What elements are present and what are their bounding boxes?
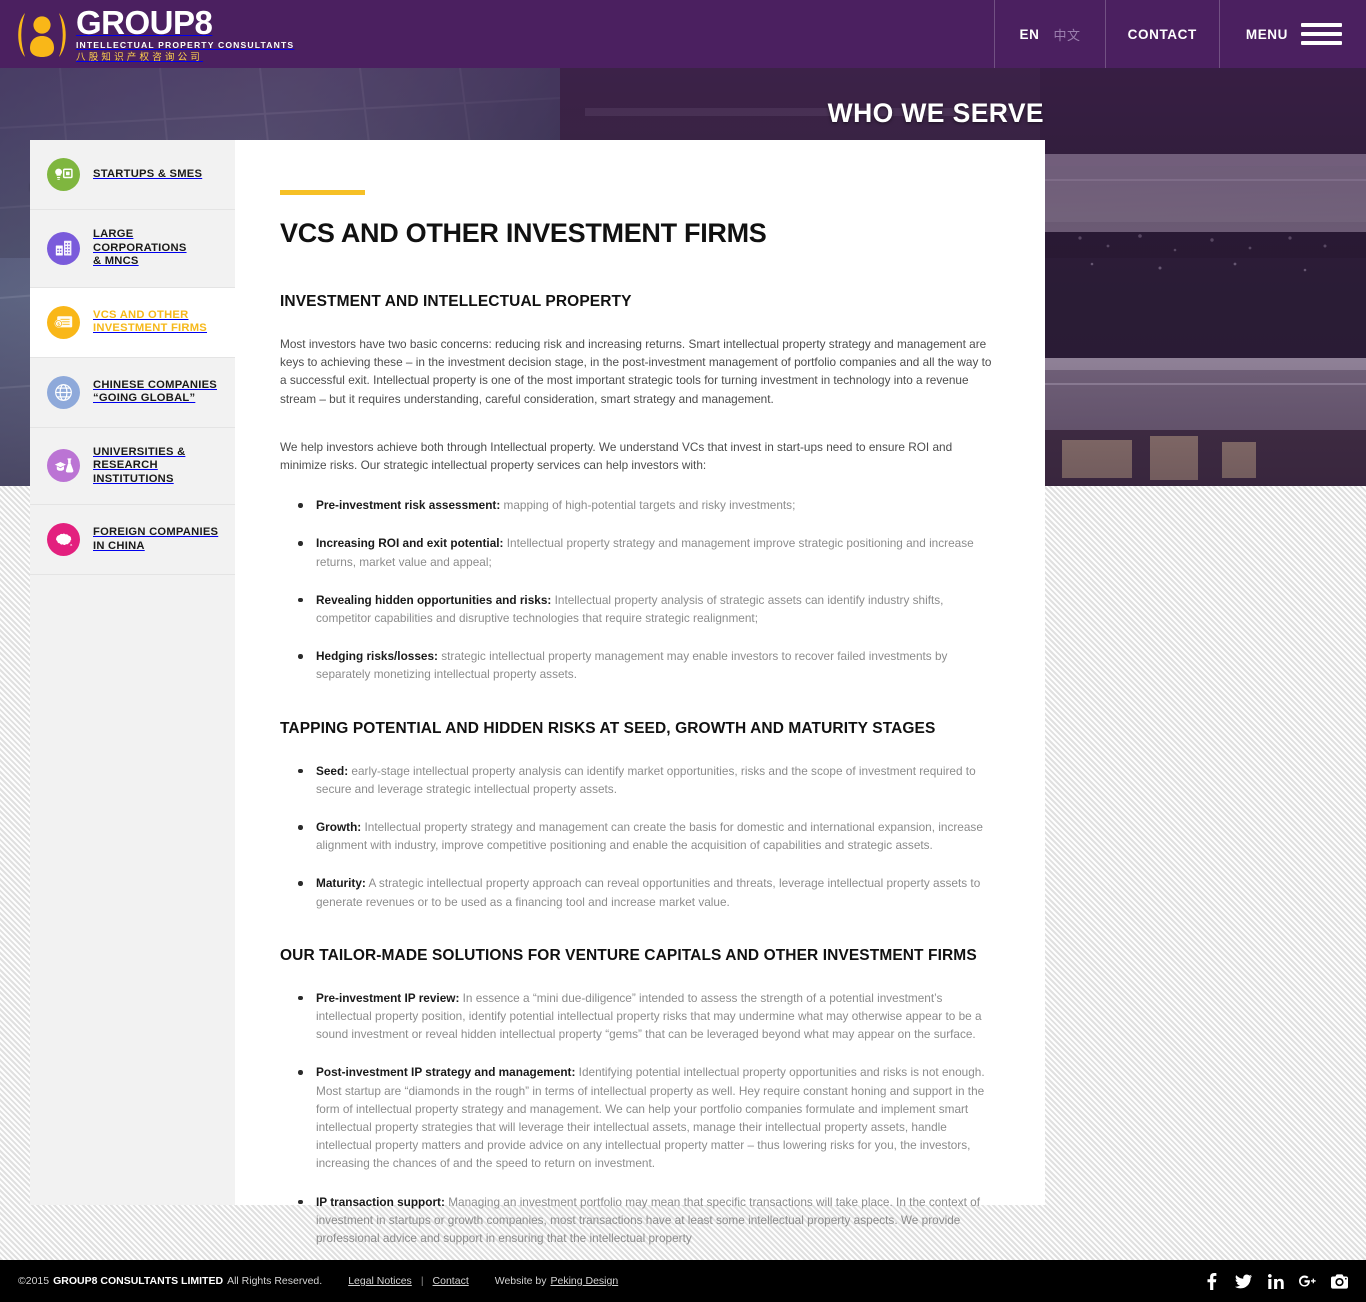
lightbulb-window-icon <box>47 158 80 191</box>
contact-nav-button[interactable]: CONTACT <box>1104 0 1219 68</box>
hamburger-icon[interactable] <box>1301 23 1342 45</box>
footer-copyright: ©2015 <box>18 1275 50 1287</box>
sidebar-item-label: CHINESE COMPANIES “GOING GLOBAL” <box>93 378 218 405</box>
section-heading: INVESTMENT AND INTELLECTUAL PROPERTY <box>280 293 632 310</box>
hamburger-bar <box>1301 23 1342 27</box>
graduation-flask-icon <box>47 449 80 483</box>
sidebar-item-universities-research[interactable]: UNIVERSITIES & RESEARCH INSTITUTIONS <box>30 427 235 505</box>
page-root: WHO WE SERVE HOME > WHO WE SERVE > VCS A… <box>0 0 1366 1302</box>
footer-website-by-label: Website by <box>494 1275 547 1287</box>
list-item-text: Intellectual property strategy and manag… <box>316 820 983 853</box>
sidebar-item-label: VCS AND OTHER INVESTMENT FIRMS <box>93 308 208 335</box>
hamburger-bar <box>1301 32 1342 36</box>
linkedin-icon[interactable] <box>1267 1273 1284 1290</box>
list-item-term: Growth: <box>316 820 362 835</box>
lang-zh-button[interactable]: 中文 <box>1053 25 1080 44</box>
list-item-term: Hedging risks/losses: <box>316 649 438 664</box>
section-paragraph: Most investors have two basic concerns: … <box>280 337 992 406</box>
logo-home-link[interactable]: GROUP8 INTELLECTUAL PROPERTY CONSULTANTS… <box>14 6 294 64</box>
globe-icon <box>47 375 80 409</box>
sidebar-item-vcs-investment-firms[interactable]: $ VCS AND OTHER INVESTMENT FIRMS <box>30 287 235 358</box>
top-header-bar: GROUP8 INTELLECTUAL PROPERTY CONSULTANTS… <box>0 0 1366 68</box>
list-item: Pre-investment IP review: In essence a “… <box>280 989 1000 1044</box>
footer-rights: All Rights Reserved. <box>227 1275 323 1287</box>
list-item-term: IP transaction support: <box>316 1194 445 1209</box>
list-item: Revealing hidden opportunities and risks… <box>280 591 1000 627</box>
sidebar-item-label: UNIVERSITIES & RESEARCH INSTITUTIONS <box>93 445 186 485</box>
sidebar-filler <box>30 575 235 755</box>
menu-label: MENU <box>1245 26 1288 42</box>
sidebar-item-label: FOREIGN COMPANIES IN CHINA <box>93 526 219 552</box>
list-item-term: Pre-investment IP review: <box>316 990 460 1005</box>
bullet-list: Seed: early-stage intellectual property … <box>280 762 1000 911</box>
twitter-icon[interactable] <box>1235 1273 1252 1290</box>
hamburger-bar <box>1301 41 1342 45</box>
footer-divider: | <box>420 1275 424 1287</box>
facebook-icon[interactable] <box>1203 1272 1220 1290</box>
footer-company: GROUP8 CONSULTANTS LIMITED <box>53 1275 224 1287</box>
list-item-term: Maturity: <box>316 876 366 891</box>
footer-legal-notices-link[interactable]: Legal Notices <box>348 1275 412 1287</box>
sidebar-item-label: STARTUPS & SMES <box>93 167 203 180</box>
googleplus-icon[interactable] <box>1299 1273 1316 1290</box>
list-item: IP transaction support: Managing an inve… <box>280 1193 1000 1248</box>
who-we-serve-sidebar: STARTUPS & SMES LARGE CORPORATIONS & MNC… <box>30 140 235 1205</box>
list-item: Growth: Intellectual property strategy a… <box>280 818 1000 854</box>
list-item-term: Pre-investment risk assessment: <box>316 498 501 513</box>
language-switcher: EN 中文 <box>994 0 1104 68</box>
section-paragraph: We help investors achieve both through I… <box>280 439 953 473</box>
list-item: Increasing ROI and exit potential: Intel… <box>280 534 1000 570</box>
sidebar-item-large-corporations-mncs[interactable]: LARGE CORPORATIONS & MNCS <box>30 210 235 288</box>
china-map-icon <box>47 523 80 556</box>
list-item-text: Identifying potential intellectual prope… <box>316 1065 985 1171</box>
list-item-text: early-stage intellectual property analys… <box>316 763 976 796</box>
sidebar-item-chinese-companies-going-global[interactable]: CHINESE COMPANIES “GOING GLOBAL” <box>30 357 235 428</box>
list-item-text: A strategic intellectual property approa… <box>316 876 981 909</box>
sidebar-item-label: LARGE CORPORATIONS & MNCS <box>93 228 187 267</box>
site-footer: ©2015 GROUP8 CONSULTANTS LIMITED All Rig… <box>0 1260 1366 1302</box>
list-item: Seed: early-stage intellectual property … <box>280 762 1000 798</box>
top-navigation: EN 中文 CONTACT MENU <box>994 0 1366 68</box>
logo-wordmark: GROUP8 <box>76 4 213 41</box>
buildings-chart-icon <box>47 231 80 265</box>
hero-title: WHO WE SERVE <box>827 98 1044 128</box>
main-content-card: VCS AND OTHER INVESTMENT FIRMS INVESTMEN… <box>235 140 1045 1302</box>
lang-en-button[interactable]: EN <box>1019 27 1039 42</box>
svg-text:$: $ <box>57 321 60 326</box>
sidebar-item-foreign-companies-in-china[interactable]: FOREIGN COMPANIES IN CHINA <box>30 505 235 575</box>
list-item: Post-investment IP strategy and manageme… <box>280 1063 1000 1172</box>
money-stack-icon: $ <box>47 305 80 339</box>
list-item-term: Seed: <box>316 763 349 778</box>
logo-text-block: GROUP8 INTELLECTUAL PROPERTY CONSULTANTS… <box>76 6 294 64</box>
bullet-list: Pre-investment IP review: In essence a “… <box>280 989 1000 1302</box>
list-item: Hedging risks/losses: strategic intellec… <box>280 647 1000 683</box>
list-item-term: Revealing hidden opportunities and risks… <box>316 592 552 607</box>
footer-left-block: ©2015 GROUP8 CONSULTANTS LIMITED All Rig… <box>18 1275 618 1287</box>
list-item-term: Increasing ROI and exit potential: <box>316 536 504 551</box>
logo-tagline: INTELLECTUAL PROPERTY CONSULTANTS <box>76 40 295 50</box>
list-item: Pre-investment risk assessment: mapping … <box>280 496 1000 514</box>
list-item: Maturity: A strategic intellectual prope… <box>280 874 1000 910</box>
footer-social-links <box>1203 1272 1348 1290</box>
group8-figure-icon <box>14 9 70 61</box>
list-item-text: mapping of high-potential targets and ri… <box>500 498 796 513</box>
title-accent-rule <box>280 190 365 195</box>
bullet-list: Pre-investment risk assessment: mapping … <box>280 496 1000 683</box>
list-item-term: Post-investment IP strategy and manageme… <box>316 1065 576 1080</box>
section-heading: TAPPING POTENTIAL AND HIDDEN RISKS AT SE… <box>280 719 936 737</box>
instagram-icon[interactable] <box>1331 1273 1348 1290</box>
menu-nav-button[interactable]: MENU <box>1218 0 1366 68</box>
logo-tagline-chinese: 八股知识产权咨询公司 <box>76 52 204 63</box>
sidebar-item-startups-smes[interactable]: STARTUPS & SMES <box>30 140 235 210</box>
section-heading: OUR TAILOR-MADE SOLUTIONS FOR VENTURE CA… <box>280 946 977 964</box>
footer-peking-design-link[interactable]: Peking Design <box>550 1275 618 1287</box>
page-title: VCS AND OTHER INVESTMENT FIRMS <box>280 218 767 248</box>
footer-contact-link[interactable]: Contact <box>433 1275 469 1287</box>
